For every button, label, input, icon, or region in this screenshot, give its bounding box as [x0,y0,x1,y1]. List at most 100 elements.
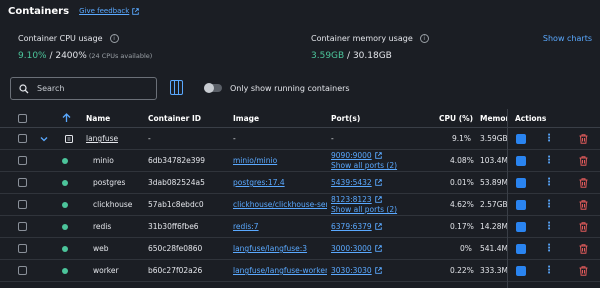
port-link[interactable]: 9090:9000 [331,151,382,161]
container-name[interactable]: worker [93,260,119,281]
kebab-menu-icon[interactable]: ⋮ [544,216,554,237]
trash-icon[interactable] [579,238,588,259]
cpu-usage-label: Container CPU usage i [18,34,119,43]
select-all-checkbox[interactable] [18,113,27,123]
row-checkbox[interactable] [18,222,27,231]
give-feedback-label: Give feedback [79,7,130,15]
port-link[interactable]: 6379:6379 [331,222,382,232]
kebab-menu-icon[interactable]: ⋮ [544,260,554,281]
group-cpu: 9.1% [452,134,472,143]
port-link[interactable]: 5439:5432 [331,178,382,188]
info-icon[interactable]: i [109,34,119,43]
trash-icon[interactable] [579,128,588,149]
ports-cell: 8123:8123 Show all ports (2) [331,194,435,215]
trash-icon[interactable] [579,194,588,215]
column-cpu[interactable]: CPU (%) [439,109,473,127]
row-checkbox[interactable] [18,266,27,275]
actions-row: ⋮ [508,260,600,282]
kebab-menu-icon[interactable]: ⋮ [544,128,554,149]
ports-cell: 6379:6379 [331,216,435,237]
arrow-up-icon[interactable] [62,113,71,123]
show-all-ports-link[interactable]: Show all ports (2) [331,205,397,215]
port-text: 3000:3000 [331,243,372,253]
column-image[interactable]: Image [233,109,259,127]
show-all-ports-link[interactable]: Show all ports (2) [331,161,397,171]
container-name[interactable]: clickhouse [93,194,132,215]
external-link-icon [132,7,140,15]
image-link[interactable]: postgres:17.4 [233,172,327,193]
columns-icon-part [179,81,182,94]
kebab-menu-icon[interactable]: ⋮ [544,172,554,193]
kebab-menu-icon[interactable]: ⋮ [544,238,554,259]
row-checkbox[interactable] [18,156,27,165]
search-input[interactable] [37,84,147,93]
external-link-icon [374,245,382,252]
image-link[interactable]: langfuse/langfuse:3 [233,238,327,259]
container-id: 31b30ff6fbe6 [148,222,199,231]
memory-value: 103.4MB [480,156,507,165]
port-link[interactable]: 3000:3000 [331,244,382,254]
actions-row: ⋮ [508,216,600,238]
give-feedback-link[interactable]: Give feedback [79,7,140,15]
port-link[interactable]: 3030:3030 [331,266,382,276]
trash-icon[interactable] [579,216,588,237]
running-status-dot [62,245,68,252]
trash-icon[interactable] [579,172,588,193]
row-checkbox[interactable] [18,134,27,143]
chevron-down-icon[interactable] [40,136,48,142]
row-checkbox[interactable] [18,244,27,253]
stop-button[interactable] [516,199,526,210]
column-actions: Actions [515,113,547,123]
column-container-id[interactable]: Container ID [148,109,201,127]
column-ports[interactable]: Port(s) [331,109,360,127]
actions-row: ⋮ [508,172,600,194]
image-link[interactable]: clickhouse/clickhouse-server [233,194,327,215]
show-charts-link[interactable]: Show charts [543,34,592,43]
memory-value: 541.4MB [480,244,507,253]
group-name[interactable]: langfuse [86,128,118,149]
stop-button[interactable] [516,243,526,254]
stop-button[interactable] [516,221,526,232]
search-box[interactable] [10,77,157,100]
kebab-menu-icon[interactable]: ⋮ [544,194,554,215]
column-memory[interactable]: Memory [480,109,507,127]
container-id: 57ab1c8ebdc0 [148,200,204,209]
trash-icon[interactable] [579,260,588,281]
cpu-value: 0.01% [450,178,474,187]
external-link-icon [374,223,382,230]
memory-value: 2.57GB [480,200,507,209]
container-name[interactable]: postgres [93,172,125,193]
columns-toggle-button[interactable] [170,80,183,95]
column-name[interactable]: Name [86,109,110,127]
image-link[interactable]: redis:7 [233,216,327,237]
running-status-dot [62,157,68,164]
image-link[interactable]: langfuse/langfuse-worker:3 [233,260,327,281]
actions-row: ⋮ [508,238,600,260]
stop-button[interactable] [516,133,526,144]
image-link[interactable]: minio/minio [233,150,327,171]
ports-cell: 3000:3000 [331,238,435,259]
page-title: Containers [8,5,70,17]
container-name[interactable]: web [93,238,109,259]
stop-button[interactable] [516,177,526,188]
group-image: - [233,134,236,143]
port-link[interactable]: 8123:8123 [331,195,382,205]
trash-icon[interactable] [579,150,588,171]
container-name[interactable]: minio [93,150,114,171]
row-checkbox[interactable] [18,178,27,187]
page-header: Containers Give feedback [8,4,140,18]
cpu-usage-label-text: Container CPU usage [18,34,103,43]
info-icon[interactable]: i [419,34,429,43]
cpu-usage-value: 9.10% / 2400% (24 CPUs available) [18,51,152,61]
running-only-toggle[interactable] [204,83,222,93]
external-link-icon [374,196,382,203]
external-link-icon [374,179,382,186]
stop-button[interactable] [516,155,526,166]
kebab-menu-icon[interactable]: ⋮ [544,150,554,171]
row-checkbox[interactable] [18,200,27,209]
container-name[interactable]: redis [93,216,111,237]
stop-button[interactable] [516,265,526,276]
cpu-usage-total: / 2400% [46,51,87,61]
port-text: 5439:5432 [331,177,372,187]
actions-row: ⋮ [508,194,600,216]
